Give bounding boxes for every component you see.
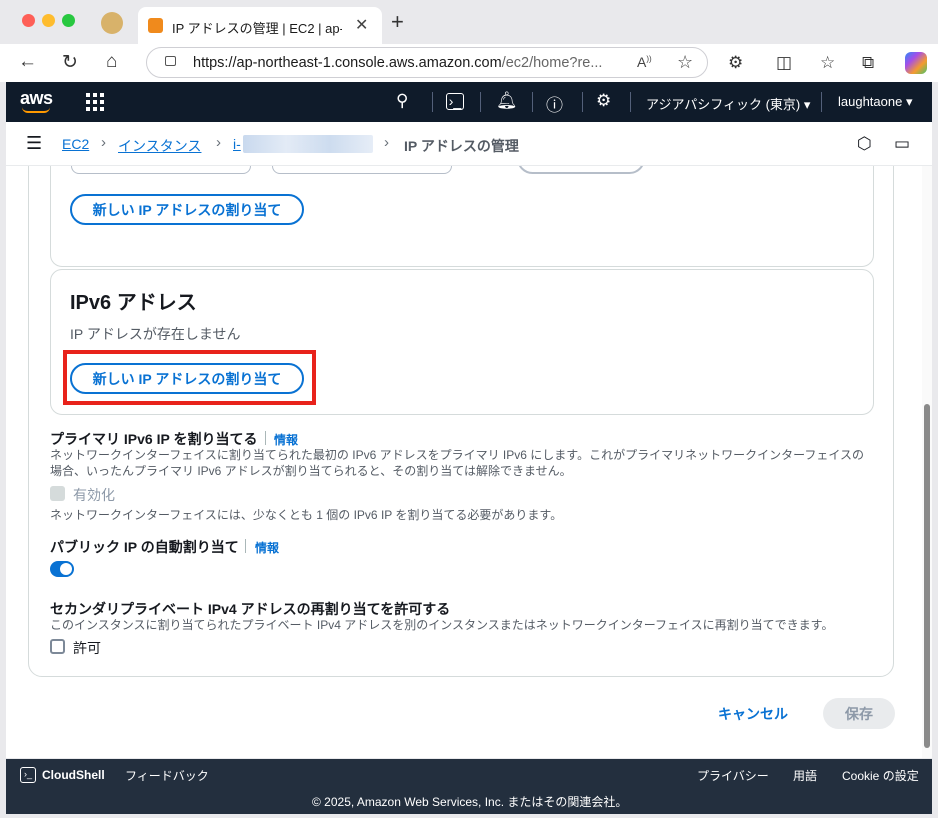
primary-ipv6-note: ネットワークインターフェイスには、少なくとも 1 個の IPv6 IP を割り当… <box>50 508 563 522</box>
primary-ipv6-description: ネットワークインターフェイスに割り当てられた最初の IPv6 アドレスをプライマ… <box>50 448 865 478</box>
divider <box>821 92 822 112</box>
footer-feedback-link[interactable]: フィードバック <box>125 767 209 784</box>
footer-copyright: © 2025, Amazon Web Services, Inc. またはその関… <box>312 795 628 809</box>
main-content: 割り当て解除 新しい IP アドレスの割り当て IPv6 アドレス IP アドレ… <box>6 166 922 758</box>
close-window-button[interactable] <box>22 14 35 27</box>
assign-new-ipv6-button[interactable]: 新しい IP アドレスの割り当て <box>70 363 304 394</box>
breadcrumb-instance-id[interactable]: i- <box>233 136 241 152</box>
private-ip-field[interactable] <box>71 166 251 174</box>
secondary-ipv4-label: セカンダリプライベート IPv4 アドレスの再割り当てを許可する <box>50 601 451 617</box>
allow-reassignment-checkbox[interactable] <box>50 639 65 654</box>
primary-ipv6-info-link[interactable]: 情報 <box>274 431 298 448</box>
split-screen-icon[interactable]: ◫ <box>776 53 792 73</box>
profile-avatar[interactable] <box>101 12 123 34</box>
display-settings-icon[interactable]: ▭ <box>894 134 910 154</box>
url-field[interactable]: https://ap-northeast-1.console.aws.amazo… <box>146 47 708 78</box>
ipv6-address-section: IPv6 アドレス IP アドレスが存在しません 新しい IP アドレスの割り当… <box>50 269 874 415</box>
favorites-icon[interactable]: ☆ <box>820 53 835 73</box>
unassign-button[interactable]: 割り当て解除 <box>517 166 645 174</box>
reload-icon[interactable]: ↻ <box>62 51 78 74</box>
aws-footer: ›_ CloudShell フィードバック プライバシー 用語 Cookie の… <box>6 759 932 814</box>
enable-checkbox-label: 有効化 <box>73 487 115 503</box>
notifications-bell-icon[interactable]: 🔔︎ <box>496 91 518 111</box>
aws-top-nav: aws ⚲ ›_ 🔔︎ ⓘ ⚙ アジアパシフィック (東京) ▾ laughta… <box>6 82 932 122</box>
search-icon[interactable]: ⚲ <box>396 91 408 111</box>
region-selector[interactable]: アジアパシフィック (東京) ▾ <box>646 94 810 113</box>
cloudshell-icon: ›_ <box>20 767 36 783</box>
footer-cloudshell-link[interactable]: CloudShell <box>42 768 105 782</box>
help-icon[interactable]: ⓘ <box>546 91 563 116</box>
copilot-icon[interactable] <box>905 52 927 74</box>
divider <box>432 92 433 112</box>
chevron-right-icon: › <box>216 134 221 151</box>
new-tab-icon[interactable]: + <box>391 9 404 35</box>
divider <box>265 431 266 445</box>
favorite-star-icon[interactable]: ☆ <box>677 52 693 73</box>
primary-ipv6-label: プライマリ IPv6 IP を割り当てる <box>50 431 258 447</box>
tab-close-icon[interactable]: ✕ <box>355 15 368 35</box>
url-text: https://ap-northeast-1.console.aws.amazo… <box>193 55 603 71</box>
cancel-button[interactable]: キャンセル <box>718 704 788 724</box>
read-aloud-icon[interactable]: A)) <box>637 54 652 70</box>
back-arrow-icon[interactable]: ← <box>18 51 37 73</box>
public-ip-field[interactable] <box>272 166 452 174</box>
chevron-right-icon: › <box>101 134 106 151</box>
ipv6-heading: IPv6 アドレス <box>70 292 197 314</box>
assign-new-ipv4-button[interactable]: 新しい IP アドレスの割り当て <box>70 194 304 225</box>
account-menu[interactable]: laughtaone ▾ <box>838 94 912 110</box>
aws-logo-smile <box>22 107 50 113</box>
divider <box>480 92 481 112</box>
no-address-text: IP アドレスが存在しません <box>70 326 241 342</box>
divider <box>582 92 583 112</box>
breadcrumb-ec2[interactable]: EC2 <box>62 136 89 152</box>
auto-public-ip-info-link[interactable]: 情報 <box>255 539 279 556</box>
minimize-window-button[interactable] <box>42 14 55 27</box>
home-icon[interactable]: ⌂ <box>106 51 117 73</box>
aws-logo[interactable]: aws <box>20 88 53 109</box>
divider <box>245 539 246 553</box>
divider <box>532 92 533 112</box>
ipv4-address-section: 割り当て解除 新しい IP アドレスの割り当て <box>50 166 874 267</box>
redacted-instance-id <box>243 135 373 153</box>
auto-public-ip-label: パブリック IP の自動割り当て <box>50 539 239 555</box>
collections-icon[interactable]: ⧉ <box>862 53 874 73</box>
maximize-window-button[interactable] <box>62 14 75 27</box>
extensions-icon[interactable]: ⚙ <box>728 53 743 73</box>
address-bar-row: ← ↻ ⌂ https://ap-northeast-1.console.aws… <box>0 44 938 82</box>
breadcrumb: ☰ EC2 › インスタンス › i- › IP アドレスの管理 ⬡ ▭ <box>6 122 932 166</box>
page-scrollbar[interactable] <box>922 166 932 758</box>
services-grid-icon[interactable] <box>86 93 104 111</box>
save-button[interactable]: 保存 <box>823 698 895 729</box>
footer-privacy-link[interactable]: プライバシー <box>697 767 769 784</box>
scrollbar-thumb[interactable] <box>924 404 930 748</box>
breadcrumb-current: IP アドレスの管理 <box>404 138 519 154</box>
breadcrumb-instances[interactable]: インスタンス <box>118 136 201 156</box>
enable-primary-ipv6-checkbox[interactable] <box>50 486 65 501</box>
menu-hamburger-icon[interactable]: ☰ <box>26 133 42 154</box>
cloudshell-hex-icon[interactable]: ⬡ <box>857 134 872 154</box>
divider <box>630 92 631 112</box>
allow-checkbox-label: 許可 <box>73 640 101 656</box>
auto-public-ip-toggle[interactable] <box>50 561 74 577</box>
toggle-knob <box>60 563 72 575</box>
lock-icon <box>165 56 176 66</box>
browser-tab-bar: IP アドレスの管理 | EC2 | ap-northeast-1 ✕ + <box>0 0 938 44</box>
tab-title: IP アドレスの管理 | EC2 | ap-northeast-1 <box>172 21 342 36</box>
secondary-ipv4-description: このインスタンスに割り当てられたプライベート IPv4 アドレスを別のインスタン… <box>50 618 834 632</box>
cloudshell-icon[interactable]: ›_ <box>446 93 464 110</box>
settings-gear-icon[interactable]: ⚙ <box>596 91 611 111</box>
aws-favicon-icon <box>148 18 163 33</box>
chevron-right-icon: › <box>384 134 389 151</box>
browser-tab[interactable]: IP アドレスの管理 | EC2 | ap-northeast-1 ✕ <box>138 7 382 44</box>
footer-terms-link[interactable]: 用語 <box>793 767 817 784</box>
footer-cookie-link[interactable]: Cookie の設定 <box>842 767 919 784</box>
